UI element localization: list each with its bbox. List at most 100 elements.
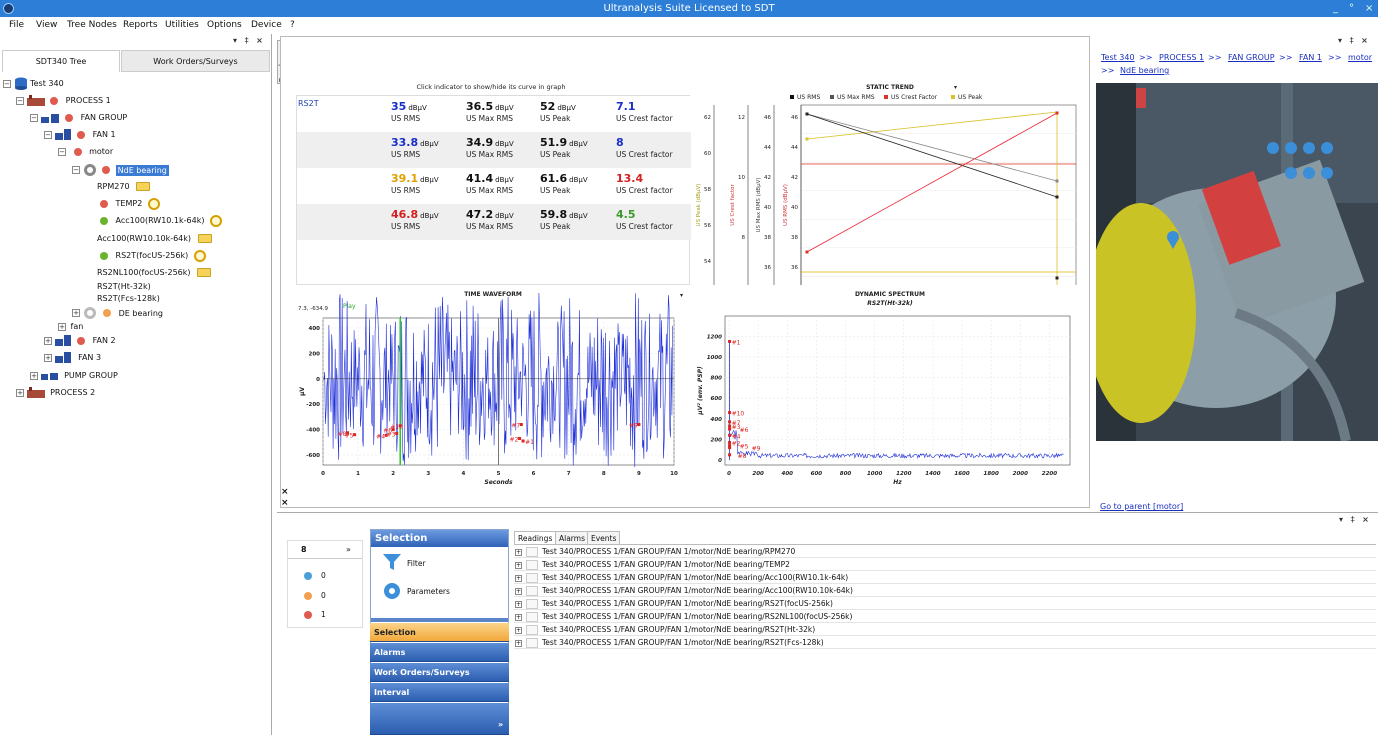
tab-readings[interactable]: Readings bbox=[514, 531, 557, 544]
waveform-marker-point[interactable] bbox=[395, 431, 399, 435]
indicator-value-max[interactable]: 41.4 dBμV bbox=[466, 172, 514, 185]
crumb-test340[interactable]: Test 340 bbox=[1101, 53, 1135, 62]
tab-work-orders[interactable]: Work Orders/Surveys bbox=[121, 50, 270, 72]
tree-node-rpm270[interactable]: RPM270 bbox=[97, 180, 151, 194]
trend-point[interactable] bbox=[1055, 111, 1059, 115]
expand-icon[interactable]: + bbox=[515, 614, 522, 621]
menu-options[interactable]: Options bbox=[207, 17, 242, 34]
close-pane-icon[interactable]: × bbox=[1362, 515, 1369, 524]
expand-icon[interactable]: + bbox=[30, 371, 38, 380]
indicator-value-crest[interactable]: 13.4 bbox=[616, 172, 643, 185]
indicator-name[interactable]: RS2T bbox=[298, 99, 319, 108]
tree-node-fan2[interactable]: + FAN 2 bbox=[44, 334, 116, 348]
tree-node-de-bearing[interactable]: + DE bearing bbox=[72, 306, 163, 320]
tree-node-fan1[interactable]: − FAN 1 bbox=[44, 128, 116, 142]
tab-alarms[interactable]: Alarms bbox=[555, 531, 589, 544]
reading-row[interactable]: + Test 340/PROCESS 1/FAN GROUP/FAN 1/moto… bbox=[514, 637, 1376, 649]
indicator-value-peak[interactable]: 59.8 dBμV bbox=[540, 208, 588, 221]
restore-icon[interactable]: ° bbox=[1349, 0, 1354, 17]
close-pane-icon[interactable]: × bbox=[1361, 36, 1368, 45]
trend-point[interactable] bbox=[805, 250, 809, 254]
expand-icon[interactable]: + bbox=[72, 309, 80, 317]
sensor-pins-icon[interactable] bbox=[1266, 142, 1336, 197]
expand-icon[interactable]: + bbox=[515, 549, 522, 556]
menu-reports[interactable]: Reports bbox=[123, 17, 158, 34]
reading-row[interactable]: + Test 340/PROCESS 1/FAN GROUP/FAN 1/moto… bbox=[514, 611, 1376, 623]
pane-menu-icon[interactable]: ▾ bbox=[1339, 515, 1343, 524]
indicator-value-max[interactable]: 47.2 dBμV bbox=[466, 208, 514, 221]
spectrum-marker-point[interactable] bbox=[728, 446, 732, 450]
indicator-value-rms[interactable]: 39.1 dBμV bbox=[391, 172, 439, 185]
collapse-icon[interactable]: − bbox=[58, 147, 66, 156]
expand-icon[interactable]: + bbox=[16, 388, 24, 397]
nav-selection[interactable]: Selection bbox=[370, 623, 509, 642]
crumb-fan1[interactable]: FAN 1 bbox=[1299, 53, 1322, 62]
tree-node-acc100-a[interactable]: Acc100(RW10.1k-64k) bbox=[100, 214, 223, 228]
indicator-value-rms[interactable]: 33.8 dBμV bbox=[391, 136, 439, 149]
indicator-value-peak[interactable]: 51.9 dBμV bbox=[540, 136, 588, 149]
pin-icon[interactable]: ‡ bbox=[1350, 36, 1354, 45]
expand-icon[interactable]: + bbox=[515, 588, 522, 595]
time-waveform-chart[interactable]: TIME WAVEFORM ▾ 7.3, -634.9 Play 400 200 0 -200… bbox=[296, 289, 690, 489]
waveform-marker-point[interactable] bbox=[518, 436, 522, 440]
trend-point[interactable] bbox=[1055, 179, 1059, 183]
minimize-icon[interactable]: _ bbox=[1333, 0, 1338, 17]
tab-events[interactable]: Events bbox=[587, 531, 621, 544]
chevron-down-icon[interactable]: » bbox=[498, 715, 503, 734]
indicator-value-rms[interactable]: 35 dBμV bbox=[391, 100, 427, 113]
close-icon[interactable]: × bbox=[1365, 0, 1373, 17]
reading-row[interactable]: + Test 340/PROCESS 1/FAN GROUP/FAN 1/moto… bbox=[514, 572, 1376, 584]
tree-node-nde-bearing[interactable]: − NdE bearing bbox=[72, 163, 169, 177]
selected-pin-icon[interactable] bbox=[1166, 230, 1180, 250]
expand-icon[interactable]: + bbox=[515, 575, 522, 582]
tree-node-root[interactable]: − Test 340 bbox=[3, 77, 64, 91]
dynamic-spectrum-chart[interactable]: DYNAMIC SPECTRUMRS2T(Ht-32k)▾12001000800… bbox=[694, 289, 1369, 489]
expand-icon[interactable]: + bbox=[515, 627, 522, 634]
close-graph-icon[interactable]: × bbox=[281, 487, 289, 497]
reading-row[interactable]: + Test 340/PROCESS 1/FAN GROUP/FAN 1/moto… bbox=[514, 585, 1376, 597]
spectrum-marker-point[interactable] bbox=[728, 453, 732, 457]
reading-row[interactable]: + Test 340/PROCESS 1/FAN GROUP/FAN 1/moto… bbox=[514, 546, 1376, 558]
close-pane-icon[interactable]: × bbox=[256, 36, 263, 45]
trend-point[interactable] bbox=[805, 112, 809, 116]
nav-work-orders[interactable]: Work Orders/Surveys bbox=[370, 663, 509, 682]
pin-icon[interactable]: ‡ bbox=[1351, 515, 1355, 524]
collapse-icon[interactable]: − bbox=[3, 79, 11, 88]
pin-icon[interactable]: ‡ bbox=[245, 36, 249, 45]
reading-row[interactable]: + Test 340/PROCESS 1/FAN GROUP/FAN 1/moto… bbox=[514, 598, 1376, 610]
pane-menu-icon[interactable]: ▾ bbox=[233, 36, 237, 45]
parameters-label[interactable]: Parameters bbox=[407, 587, 450, 596]
collapse-icon[interactable]: − bbox=[44, 130, 52, 139]
menu-file[interactable]: File bbox=[9, 17, 24, 34]
menu-view[interactable]: View bbox=[36, 17, 57, 34]
trend-point[interactable] bbox=[1055, 195, 1059, 199]
tree-node-rs2t-focus[interactable]: RS2T(focUS-256k) bbox=[100, 249, 206, 263]
expand-icon[interactable]: + bbox=[44, 353, 52, 362]
collapse-icon[interactable]: − bbox=[16, 96, 24, 105]
crumb-fan-group[interactable]: FAN GROUP bbox=[1228, 53, 1275, 62]
tree-node-rs2nl100[interactable]: RS2NL100(focUS-256k) bbox=[97, 266, 212, 280]
crumb-process1[interactable]: PROCESS 1 bbox=[1159, 53, 1204, 62]
nav-splitter[interactable] bbox=[371, 618, 508, 622]
indicator-value-max[interactable]: 34.9 dBμV bbox=[466, 136, 514, 149]
tree-node-fan[interactable]: + fan bbox=[58, 320, 83, 334]
go-to-parent-link[interactable]: Go to parent [motor] bbox=[1100, 502, 1183, 511]
indicator-value-rms[interactable]: 46.8 dBμV bbox=[391, 208, 439, 221]
nav-more[interactable]: » bbox=[370, 703, 509, 735]
indicator-value-peak[interactable]: 61.6 dBμV bbox=[540, 172, 588, 185]
static-trend-chart[interactable]: STATIC TREND ▾ US RMS US Max RMS US Crest Fa… bbox=[694, 82, 1087, 323]
indicator-value-crest[interactable]: 8 bbox=[616, 136, 624, 149]
parameters-icon[interactable] bbox=[382, 581, 402, 601]
tree-node-rs2t-fcs[interactable]: RS2T(Fcs-128k) bbox=[97, 292, 160, 306]
indicator-value-crest[interactable]: 4.5 bbox=[616, 208, 636, 221]
crumb-nde-bearing[interactable]: NdE bearing bbox=[1120, 66, 1169, 75]
waveform-play-button[interactable]: Play bbox=[343, 303, 356, 310]
collapse-icon[interactable]: − bbox=[72, 166, 80, 174]
reading-row[interactable]: + Test 340/PROCESS 1/FAN GROUP/FAN 1/moto… bbox=[514, 559, 1376, 571]
tree-node-process1[interactable]: − PROCESS 1 bbox=[16, 94, 111, 108]
trend-point[interactable] bbox=[805, 137, 809, 141]
tree-node-fan3[interactable]: + FAN 3 bbox=[44, 351, 101, 365]
collapse-up-icon[interactable]: » bbox=[346, 545, 351, 554]
expand-icon[interactable]: + bbox=[58, 322, 66, 331]
close-graph-icon-2[interactable]: × bbox=[281, 498, 289, 508]
